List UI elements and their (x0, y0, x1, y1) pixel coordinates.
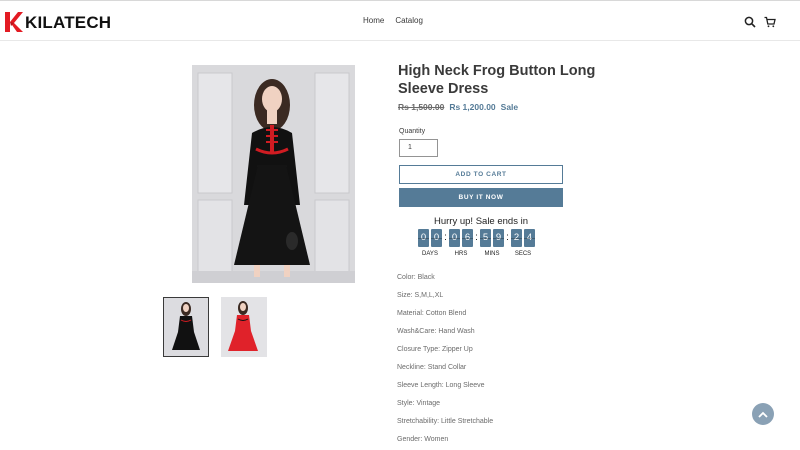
countdown-label-days: DAYS (422, 251, 438, 257)
nav-item-catalog[interactable]: Catalog (395, 16, 423, 25)
brand-name: KILATECH (25, 13, 112, 32)
countdown-separator: : (506, 232, 509, 243)
countdown-separator: : (444, 232, 447, 243)
product-main-image (192, 65, 355, 283)
countdown-label-hrs: HRS (454, 251, 468, 257)
countdown-separator: : (475, 232, 478, 243)
logo-mark-icon (4, 10, 24, 34)
spec-material: Material: Cotton Blend (397, 310, 467, 317)
countdown-days: 0 0 DAYS (418, 229, 442, 257)
countdown-timer: 0 0 DAYS : 0 6 HRS : 5 9 MINS : 2 4 SECS (418, 229, 535, 257)
countdown-digit: 9 (493, 229, 504, 247)
countdown-heading: Hurry up! Sale ends in (434, 216, 528, 227)
countdown-digit: 0 (449, 229, 460, 247)
product-specs: Color: Black Size: S,M,L,XL Material: Co… (397, 273, 493, 450)
spec-style: Style: Vintage (397, 400, 441, 407)
countdown-label-mins: MINS (484, 251, 500, 257)
brand-logo[interactable]: KILATECH (4, 10, 111, 34)
countdown-label-secs: SECS (514, 251, 532, 257)
price-row: Rs 1,500.00 Rs 1,200.00 Sale (398, 102, 518, 112)
countdown-digit: 0 (431, 229, 442, 247)
main-nav: Home Catalog (363, 16, 423, 25)
price-sale: Rs 1,200.00 (449, 102, 496, 112)
spec-neckline: Neckline: Stand Collar (397, 364, 467, 371)
spec-size: Size: S,M,L,XL (397, 292, 444, 299)
countdown-digit: 2 (511, 229, 522, 247)
price-original: Rs 1,500.00 (398, 102, 445, 112)
spec-stretch: Stretchability: Little Stretchable (397, 418, 494, 425)
quantity-label: Quantity (399, 128, 426, 135)
thumbnail-black-dress[interactable] (163, 297, 209, 357)
quantity-input[interactable]: 1 (399, 139, 438, 157)
buy-now-button[interactable]: BUY IT NOW (399, 188, 563, 207)
thumbnail-red-dress[interactable] (221, 297, 267, 357)
spec-wash-care: Wash&Care: Hand Wash (397, 328, 475, 335)
sale-label: Sale (500, 102, 519, 112)
add-to-cart-button[interactable]: ADD TO CART (399, 165, 563, 184)
chevron-up-icon (758, 411, 768, 418)
spec-sleeve: Sleeve Length: Long Sleeve (397, 382, 485, 389)
countdown-mins: 5 9 MINS (480, 229, 504, 257)
back-to-top-button[interactable] (752, 403, 774, 425)
countdown-digit: 5 (480, 229, 491, 247)
product-title: High Neck Frog Button Long Sleeve Dress (398, 63, 596, 97)
search-icon[interactable] (744, 15, 756, 28)
site-header: KILATECH Home Catalog (0, 0, 800, 41)
countdown-secs: 2 4 SECS (511, 229, 535, 257)
cart-icon[interactable] (764, 15, 776, 28)
countdown-digit: 6 (462, 229, 473, 247)
countdown-digit: 4 (524, 229, 535, 247)
spec-closure: Closure Type: Zipper Up (397, 346, 473, 353)
countdown-hours: 0 6 HRS (449, 229, 473, 257)
spec-color: Color: Black (397, 274, 435, 281)
nav-item-home[interactable]: Home (363, 16, 384, 25)
countdown-digit: 0 (418, 229, 429, 247)
spec-gender: Gender: Women (397, 436, 449, 443)
